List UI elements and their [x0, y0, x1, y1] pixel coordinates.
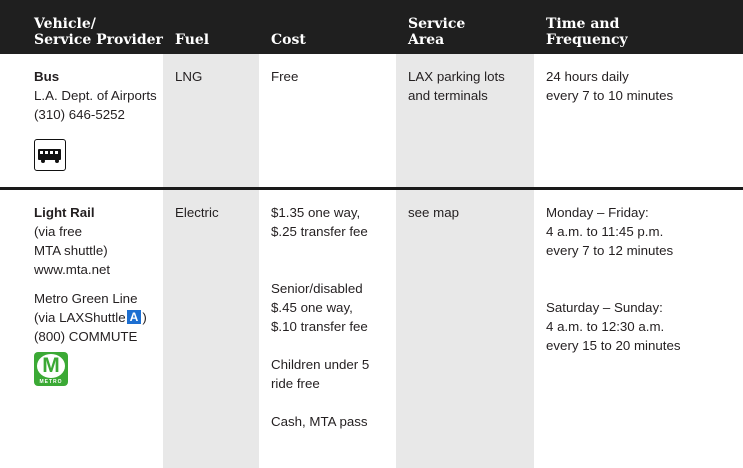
- rail-cost-cell: $1.35 one way, $.25 transfer fee Senior/…: [259, 190, 396, 468]
- bus-area-line1: LAX parking lots: [408, 69, 505, 84]
- bus-name: Bus: [34, 69, 60, 84]
- rail-area-cell: see map: [396, 190, 534, 468]
- header-vehicle-line1: Vehicle/: [34, 16, 96, 32]
- bus-area-cell: LAX parking lots and terminals: [396, 54, 534, 187]
- header-cost-label: Cost: [271, 32, 306, 48]
- table-header: Vehicle/ Service Provider Fuel Cost Serv…: [0, 0, 743, 54]
- table-row-bus: Bus L.A. Dept. of Airports (310) 646-525…: [0, 54, 743, 187]
- rail-cost-payment: Cash, MTA pass: [271, 414, 368, 429]
- rail-name: Light Rail: [34, 205, 95, 220]
- rail-via-line1: (via free: [34, 224, 83, 239]
- rail-website: www.mta.net: [34, 262, 111, 277]
- rail-weekend-hours: 4 a.m. to 12:30 a.m.: [546, 319, 665, 334]
- rail-via-lax-suffix: ): [142, 310, 147, 325]
- header-cost: Cost: [259, 0, 396, 54]
- bus-provider-cell: Bus L.A. Dept. of Airports (310) 646-525…: [0, 54, 163, 187]
- bus-fuel-cell: LNG: [163, 54, 259, 187]
- rail-weekday-hours: 4 a.m. to 11:45 p.m.: [546, 224, 664, 239]
- bus-fuel: LNG: [175, 69, 203, 84]
- rail-weekday-frequency: every 7 to 12 minutes: [546, 243, 674, 258]
- rail-weekday-days: Monday – Friday:: [546, 205, 649, 220]
- header-vehicle-line2: Service Provider: [34, 32, 163, 48]
- header-fuel: Fuel: [163, 0, 259, 54]
- rail-cost-fare: $1.35 one way,: [271, 205, 361, 220]
- rail-cost-senior-fare: $.45 one way,: [271, 300, 353, 315]
- rail-via-line2: MTA shuttle): [34, 243, 108, 258]
- shuttle-a-badge: A: [126, 310, 142, 324]
- rail-cost-transfer: $.25 transfer fee: [271, 224, 368, 239]
- rail-line-name: Metro Green Line: [34, 291, 138, 306]
- header-time-line1: Time and: [546, 16, 620, 32]
- bus-time-cell: 24 hours daily every 7 to 10 minutes: [534, 54, 743, 187]
- rail-area: see map: [408, 205, 459, 220]
- rail-fuel-cell: Electric: [163, 190, 259, 468]
- rail-cost-children: Children under 5: [271, 357, 370, 372]
- header-time-line2: Frequency: [546, 32, 628, 48]
- rail-via-lax-prefix: (via LAXShuttle: [34, 310, 126, 325]
- bus-icon: [34, 139, 66, 171]
- header-vehicle: Vehicle/ Service Provider: [0, 0, 163, 54]
- header-time-frequency: Time and Frequency: [534, 0, 743, 54]
- bus-phone: (310) 646-5252: [34, 107, 125, 122]
- rail-time-cell: Monday – Friday: 4 a.m. to 11:45 p.m. ev…: [534, 190, 743, 468]
- bus-cost: Free: [271, 69, 299, 84]
- rail-cost-children-free: ride free: [271, 376, 320, 391]
- bus-area-line2: and terminals: [408, 88, 488, 103]
- rail-cost-senior-transfer: $.10 transfer fee: [271, 319, 368, 334]
- table-row-light-rail: Light Rail (via free MTA shuttle) www.mt…: [0, 190, 743, 468]
- rail-via-laxshuttle: (via LAXShuttle A): [34, 308, 163, 327]
- rail-cost-senior-label: Senior/disabled: [271, 281, 363, 296]
- header-area-line2: Area: [408, 32, 445, 48]
- transit-table: Vehicle/ Service Provider Fuel Cost Serv…: [0, 0, 743, 468]
- bus-time-line1: 24 hours daily: [546, 69, 629, 84]
- rail-phone: (800) COMMUTE: [34, 329, 138, 344]
- rail-fuel: Electric: [175, 205, 219, 220]
- rail-weekend-days: Saturday – Sunday:: [546, 300, 663, 315]
- rail-weekend-frequency: every 15 to 20 minutes: [546, 338, 681, 353]
- header-service-area: Service Area: [396, 0, 534, 54]
- header-area-line1: Service: [408, 16, 466, 32]
- bus-provider: L.A. Dept. of Airports: [34, 88, 157, 103]
- bus-time-line2: every 7 to 10 minutes: [546, 88, 674, 103]
- rail-provider-cell: Light Rail (via free MTA shuttle) www.mt…: [0, 190, 163, 468]
- header-fuel-label: Fuel: [175, 32, 210, 48]
- bus-cost-cell: Free: [259, 54, 396, 187]
- metro-logo: M METRO: [34, 352, 68, 386]
